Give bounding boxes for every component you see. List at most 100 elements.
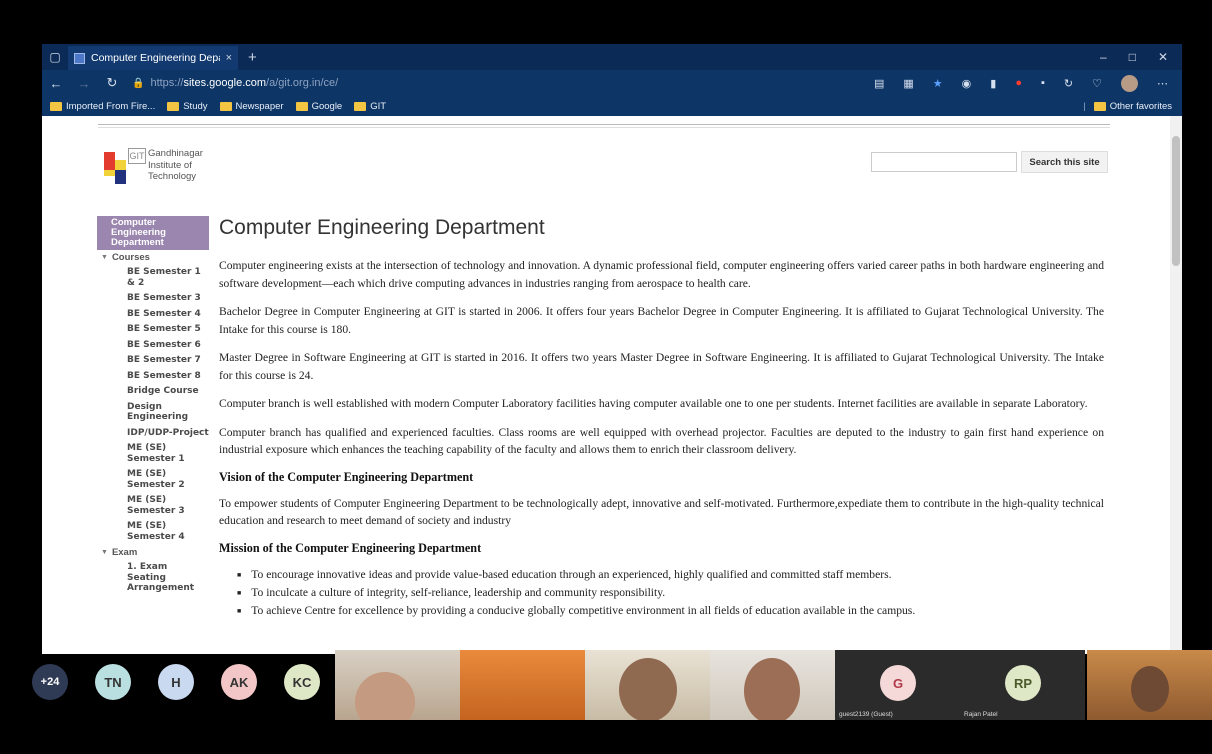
tab-bar: ▢ Computer Engineering Departm × + – □ ✕ bbox=[42, 44, 1182, 70]
participant-tile-rajan[interactable]: RP Rajan Patel bbox=[960, 650, 1085, 720]
sidebar-group-label: Exam bbox=[111, 547, 138, 558]
extension-puzzle-icon[interactable]: ▮ bbox=[990, 77, 996, 90]
participant-avatar-ak[interactable]: AK bbox=[221, 664, 257, 700]
header-divider bbox=[98, 124, 1110, 128]
list-item: ■ To inculcate a culture of integrity, se… bbox=[237, 584, 1104, 602]
sidebar-item[interactable]: 1. Exam Seating Arrangement bbox=[97, 560, 209, 597]
profile-avatar-icon[interactable] bbox=[1121, 74, 1138, 92]
minimize-icon[interactable]: – bbox=[1100, 50, 1107, 64]
sidebar-group-courses[interactable]: ▼ Courses bbox=[97, 250, 209, 265]
close-window-icon[interactable]: ✕ bbox=[1158, 50, 1168, 64]
sidebar-item[interactable]: Bridge Course bbox=[97, 384, 209, 400]
extension-square-icon[interactable]: ▪ bbox=[1041, 77, 1045, 89]
new-tab-button[interactable]: + bbox=[238, 49, 267, 66]
tab-title: Computer Engineering Departm bbox=[91, 52, 220, 64]
bookmark-newspaper[interactable]: Newspaper bbox=[219, 101, 284, 112]
participant-video-2[interactable] bbox=[460, 650, 585, 720]
more-participants-button[interactable]: +24 bbox=[32, 664, 68, 700]
apps-icon[interactable]: ▦ bbox=[903, 77, 913, 90]
page-title: Computer Engineering Department bbox=[219, 216, 545, 239]
extension-circle-icon[interactable]: ◉ bbox=[962, 77, 972, 90]
logo-yellow-block-2 bbox=[104, 170, 115, 176]
bullet-icon: ■ bbox=[237, 588, 242, 597]
bookmark-other-favorites[interactable]: | Other favorites bbox=[1083, 101, 1182, 112]
participant-avatar-tn[interactable]: TN bbox=[95, 664, 131, 700]
sidebar-group-exam[interactable]: ▼ Exam bbox=[97, 545, 209, 560]
folder-icon bbox=[354, 101, 367, 111]
url-path: /a/git.org.in/ce/ bbox=[266, 77, 339, 89]
expand-triangle-icon[interactable]: ▼ bbox=[101, 549, 108, 556]
sidebar-item[interactable]: BE Semester 4 bbox=[97, 307, 209, 323]
bookmark-google[interactable]: Google bbox=[295, 101, 342, 112]
refresh-icon[interactable]: ↻ bbox=[98, 75, 126, 91]
sidebar-item[interactable]: ME (SE) Semester 3 bbox=[97, 493, 209, 519]
folder-icon bbox=[50, 101, 62, 111]
site-logo[interactable]: GIT Gandhinagar Institute of Technology bbox=[100, 146, 220, 192]
scrollbar-thumb[interactable] bbox=[1172, 136, 1180, 266]
sidebar-item[interactable]: ME (SE) Semester 4 bbox=[97, 519, 209, 545]
browser-window: ▢ Computer Engineering Departm × + – □ ✕… bbox=[42, 44, 1182, 654]
sidebar-item[interactable]: BE Semester 6 bbox=[97, 338, 209, 354]
bookmark-imported[interactable]: Imported From Fire... bbox=[50, 101, 155, 112]
sidebar-item[interactable]: BE Semester 3 bbox=[97, 291, 209, 307]
mission-list: ■ To encourage innovative ideas and provi… bbox=[219, 566, 1104, 620]
back-arrow-icon[interactable]: ← bbox=[42, 76, 70, 91]
page-scrollbar[interactable] bbox=[1170, 116, 1182, 654]
collections-icon[interactable]: ♡ bbox=[1092, 77, 1102, 90]
sidebar-item[interactable]: ME (SE) Semester 2 bbox=[97, 467, 209, 493]
sidebar-item[interactable]: BE Semester 1 & 2 bbox=[97, 265, 209, 291]
list-item: ■ To encourage innovative ideas and provi… bbox=[237, 566, 1104, 584]
vision-heading: Vision of the Computer Engineering Depar… bbox=[219, 469, 474, 484]
address-bar-row: ← → ↻ 🔒 https://sites.google.com/a/git.o… bbox=[42, 70, 1182, 96]
bookmark-git[interactable]: GIT bbox=[354, 101, 386, 112]
extension-red-icon[interactable]: ● bbox=[1015, 77, 1022, 89]
participant-avatar-kc[interactable]: KC bbox=[284, 664, 320, 700]
reader-view-icon[interactable]: ▤ bbox=[874, 77, 884, 90]
meeting-participants-strip: +24 TN H AK KC G guest2139 (Guest) RP Ra… bbox=[0, 650, 1212, 720]
site-search-input[interactable] bbox=[871, 152, 1017, 172]
participant-tile-guest[interactable]: G guest2139 (Guest) bbox=[835, 650, 960, 720]
screen: ▢ Computer Engineering Departm × + – □ ✕… bbox=[0, 0, 1212, 754]
bullet-icon: ■ bbox=[237, 570, 242, 579]
bookmark-study[interactable]: Study bbox=[167, 101, 208, 112]
folder-icon bbox=[219, 101, 232, 111]
sidebar-groups: ▼ Courses BE Semester 1 & 2 BE Semester 3 BE… bbox=[97, 250, 209, 597]
lock-icon: 🔒 bbox=[132, 77, 145, 89]
participant-video-3[interactable] bbox=[585, 650, 710, 720]
window-controls: – □ ✕ bbox=[1100, 50, 1182, 64]
folder-icon bbox=[1093, 101, 1106, 111]
participant-avatar-h[interactable]: H bbox=[158, 664, 194, 700]
logo-red-block bbox=[104, 152, 115, 170]
search-site-button[interactable]: Search this site bbox=[1021, 151, 1108, 173]
maximize-icon[interactable]: □ bbox=[1129, 50, 1136, 64]
participant-video-5[interactable] bbox=[1087, 650, 1212, 720]
logo-letters: GIT bbox=[128, 148, 146, 164]
sidebar-item[interactable]: BE Semester 8 bbox=[97, 369, 209, 385]
sidebar-item[interactable]: ME (SE) Semester 1 bbox=[97, 441, 209, 467]
logo-text: Gandhinagar Institute of Technology bbox=[148, 148, 203, 182]
sidebar-item[interactable]: Design Engineering bbox=[97, 400, 209, 426]
toolbar-icons: ▤ ▦ ★ ◉ ▮ ● ▪ ↻ ♡ ⋯ bbox=[874, 74, 1182, 92]
rajan-avatar: RP bbox=[1005, 665, 1041, 701]
tab-actions-icon[interactable]: ▢ bbox=[42, 44, 68, 70]
tab-computer-engineering[interactable]: Computer Engineering Departm × bbox=[68, 46, 238, 70]
sidebar-item[interactable]: BE Semester 7 bbox=[97, 353, 209, 369]
sidebar-group-label: Courses bbox=[111, 252, 150, 263]
sidebar-item[interactable]: BE Semester 5 bbox=[97, 322, 209, 338]
extension-c-icon[interactable]: ↻ bbox=[1064, 77, 1073, 90]
folder-icon bbox=[295, 101, 308, 111]
sidebar-item[interactable]: IDP/UDP-Project bbox=[97, 426, 209, 442]
web-page: GIT Gandhinagar Institute of Technology … bbox=[42, 116, 1182, 654]
sidebar-item-active[interactable]: Computer Engineering Department bbox=[97, 216, 209, 250]
faculty-paragraph: Computer branch has qualified and experi… bbox=[219, 425, 1104, 457]
participant-video-1[interactable] bbox=[335, 650, 460, 720]
sidebar-nav: Computer Engineering Department ▼ Courses… bbox=[97, 216, 209, 597]
tab-close-icon[interactable]: × bbox=[226, 52, 232, 64]
url-field[interactable]: 🔒 https://sites.google.com/a/git.org.in/… bbox=[132, 77, 338, 89]
site-favicon-icon bbox=[74, 52, 85, 64]
forward-arrow-icon[interactable]: → bbox=[70, 76, 98, 91]
favorite-star-icon[interactable]: ★ bbox=[933, 77, 943, 90]
expand-triangle-icon[interactable]: ▼ bbox=[101, 254, 108, 261]
participant-video-4[interactable] bbox=[710, 650, 835, 720]
more-menu-icon[interactable]: ⋯ bbox=[1157, 77, 1168, 90]
